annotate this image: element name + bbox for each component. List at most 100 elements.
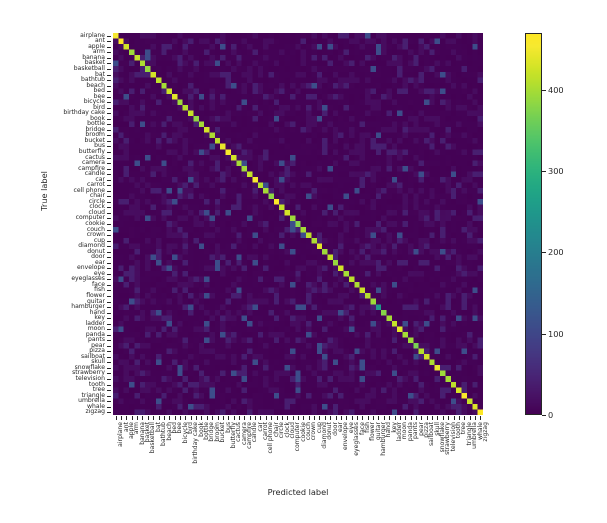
- y-tick-mark: [107, 240, 111, 242]
- x-tick-mark: [163, 416, 165, 420]
- y-tick-mark: [107, 224, 111, 225]
- y-tick-mark: [107, 379, 111, 380]
- x-tick-mark: [314, 416, 316, 420]
- y-tick-mark: [107, 401, 111, 403]
- y-tick-mark: [107, 74, 111, 76]
- y-tick-mark: [107, 212, 111, 214]
- y-tick-mark: [107, 113, 111, 115]
- x-tick-mark: [448, 416, 450, 420]
- y-tick-mark: [107, 246, 111, 248]
- y-axis-title: True label: [38, 171, 49, 211]
- x-tick-mark: [319, 416, 321, 420]
- x-tick-mark: [180, 416, 182, 420]
- x-tick-mark: [287, 416, 289, 420]
- y-tick-mark: [107, 157, 111, 159]
- x-tick-mark: [373, 416, 375, 420]
- y-tick-mark: [107, 351, 111, 353]
- x-tick-mark: [469, 416, 471, 420]
- x-tick-mark: [410, 416, 412, 420]
- y-tick-mark: [107, 406, 111, 408]
- colorbar-tick-mark: [542, 252, 546, 254]
- x-tick-mark: [174, 416, 176, 420]
- x-tick-mark: [453, 416, 455, 420]
- colorbar-tick-mark: [542, 89, 546, 91]
- colorbar-tick-label: 400: [548, 84, 564, 95]
- x-tick-mark: [249, 416, 251, 420]
- x-tick-mark: [330, 416, 332, 420]
- colorbar-tick-label: 300: [548, 166, 564, 177]
- x-tick-label: zigzag: [481, 422, 489, 442]
- x-tick-mark: [340, 416, 342, 420]
- y-tick-mark: [107, 91, 111, 93]
- y-tick-mark: [107, 118, 111, 120]
- y-tick-mark: [107, 334, 111, 336]
- x-tick-mark: [185, 416, 187, 420]
- y-tick-mark: [107, 262, 111, 264]
- colorbar: [525, 33, 542, 415]
- x-tick-mark: [405, 416, 407, 420]
- y-tick-mark: [107, 340, 111, 342]
- x-tick-mark: [228, 416, 230, 420]
- x-tick-mark: [260, 416, 262, 420]
- x-tick-mark: [437, 416, 439, 420]
- x-tick-mark: [480, 416, 482, 420]
- y-tick-mark: [107, 235, 111, 237]
- x-tick-mark: [474, 416, 476, 420]
- y-tick-mark: [107, 146, 111, 148]
- y-tick-mark: [107, 57, 111, 59]
- y-axis-tick-labels: airplane ant apple arm banana basket basketbal…: [0, 32, 111, 415]
- y-tick-mark: [107, 163, 111, 165]
- y-tick-mark: [107, 329, 111, 331]
- y-tick-mark: [107, 345, 111, 347]
- x-tick-mark: [426, 416, 428, 420]
- x-tick-mark: [351, 416, 353, 420]
- y-tick-mark: [107, 85, 111, 87]
- x-tick-mark: [356, 416, 358, 420]
- x-tick-mark: [308, 416, 310, 420]
- y-tick-mark: [107, 301, 111, 303]
- x-tick-mark: [432, 416, 434, 420]
- x-tick-mark: [464, 416, 466, 420]
- y-tick-mark: [107, 323, 111, 325]
- y-tick-mark: [107, 207, 111, 209]
- x-tick-mark: [378, 416, 380, 420]
- x-tick-mark: [415, 416, 417, 420]
- y-tick-mark: [107, 390, 111, 392]
- x-tick-mark: [367, 416, 369, 420]
- y-tick-mark: [107, 179, 111, 181]
- y-tick-mark: [107, 190, 111, 192]
- y-tick-mark: [107, 46, 111, 48]
- y-tick-mark: [107, 174, 111, 176]
- y-tick-mark: [107, 373, 111, 375]
- y-tick-mark: [107, 168, 111, 170]
- x-tick-mark: [346, 416, 348, 420]
- heatmap-plot-area: [113, 33, 483, 415]
- y-tick-mark: [107, 107, 111, 109]
- y-tick-mark: [107, 295, 111, 297]
- x-tick-mark: [158, 416, 160, 420]
- heatmap-canvas: [113, 33, 483, 415]
- confusion-matrix-figure: airplane ant apple arm banana basket basketbal…: [0, 0, 607, 523]
- y-tick-mark: [107, 384, 111, 386]
- x-tick-mark: [115, 416, 117, 420]
- y-tick-mark: [107, 356, 111, 358]
- y-tick-mark: [107, 229, 111, 231]
- y-tick-mark: [107, 41, 111, 43]
- y-tick-mark: [107, 268, 111, 270]
- y-tick-mark: [107, 152, 111, 154]
- y-tick-mark: [107, 80, 111, 82]
- colorbar-tick-label: 100: [548, 328, 564, 339]
- y-tick-mark: [107, 96, 111, 98]
- x-tick-mark: [458, 416, 460, 420]
- x-tick-mark: [303, 416, 305, 420]
- colorbar-tick-label: 200: [548, 247, 564, 258]
- x-tick-mark: [335, 416, 337, 420]
- y-tick-mark: [107, 362, 111, 364]
- colorbar-canvas: [526, 34, 541, 414]
- y-tick-mark: [107, 196, 111, 198]
- y-tick-mark: [107, 312, 111, 314]
- x-tick-mark: [196, 416, 198, 420]
- x-tick-mark: [217, 416, 219, 420]
- x-tick-mark: [121, 416, 123, 420]
- y-tick-mark: [107, 218, 111, 220]
